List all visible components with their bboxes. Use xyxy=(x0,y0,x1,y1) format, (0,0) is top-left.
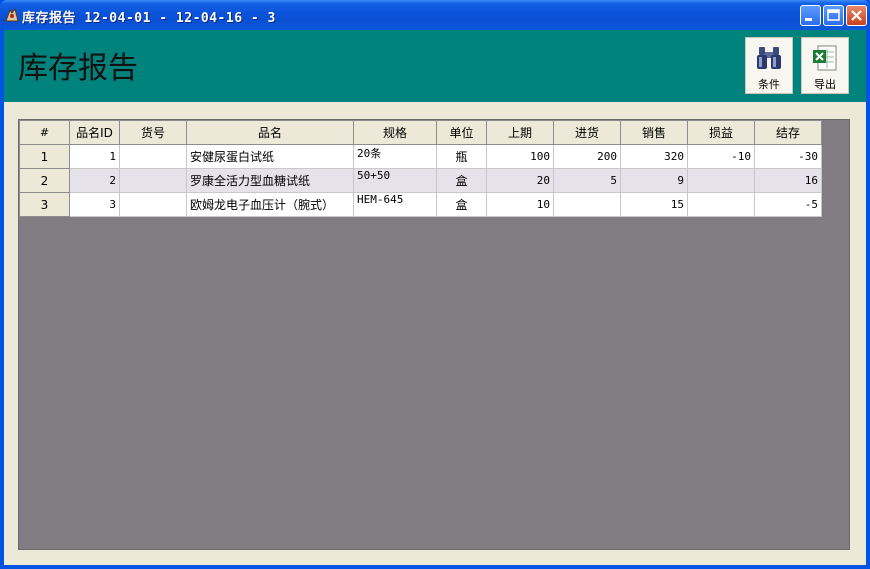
cell-sales[interactable]: 15 xyxy=(620,192,688,217)
cell-previous[interactable]: 20 xyxy=(486,168,554,193)
cell-profit-loss[interactable] xyxy=(687,168,755,193)
table-row[interactable]: 1 1 安健尿蛋白试纸 20条 瓶 100 200 320 -10 -30 xyxy=(19,144,822,169)
column-header-sales[interactable]: 销售 xyxy=(620,120,688,145)
cell-purchase[interactable]: 5 xyxy=(553,168,621,193)
title-bar[interactable]: 库存报告 12-04-01 - 12-04-16 - 3 xyxy=(0,0,870,30)
column-header-unit[interactable]: 单位 xyxy=(436,120,487,145)
cell-purchase[interactable]: 200 xyxy=(553,144,621,169)
header-band: 库存报告 条件 导出 xyxy=(4,30,866,102)
app-window: 库存报告 12-04-01 - 12-04-16 - 3 库存报告 条件 导出 … xyxy=(0,0,870,569)
export-label: 导出 xyxy=(814,78,836,91)
condition-button[interactable]: 条件 xyxy=(745,37,793,94)
page-title: 库存报告 xyxy=(18,51,138,86)
column-header-index[interactable]: # xyxy=(19,120,70,145)
column-header-profit-loss[interactable]: 损益 xyxy=(687,120,755,145)
cell-sales[interactable]: 320 xyxy=(620,144,688,169)
cell-unit[interactable]: 瓶 xyxy=(436,144,487,169)
column-header-product-name[interactable]: 品名 xyxy=(186,120,354,145)
column-header-balance[interactable]: 结存 xyxy=(754,120,822,145)
cell-previous[interactable]: 10 xyxy=(486,192,554,217)
header-row: # 品名ID 货号 品名 规格 单位 上期 进货 销售 损益 结存 xyxy=(19,120,822,145)
cell-product-id[interactable]: 1 xyxy=(69,144,120,169)
cell-sku[interactable] xyxy=(119,168,187,193)
minimize-button[interactable] xyxy=(800,5,821,26)
column-header-purchase[interactable]: 进货 xyxy=(553,120,621,145)
cell-product-name[interactable]: 欧姆龙电子血压计（腕式） xyxy=(186,192,354,217)
column-header-product-id[interactable]: 品名ID xyxy=(69,120,120,145)
data-grid[interactable]: # 品名ID 货号 品名 规格 单位 上期 进货 销售 损益 结存 1 1 安健… xyxy=(18,119,850,550)
cell-sku[interactable] xyxy=(119,192,187,217)
cell-product-name[interactable]: 罗康全活力型血糖试纸 xyxy=(186,168,354,193)
cell-spec[interactable]: 20条 xyxy=(353,144,437,169)
column-header-previous[interactable]: 上期 xyxy=(486,120,554,145)
table-row[interactable]: 3 3 欧姆龙电子血压计（腕式） HEM-645 盒 10 15 -5 xyxy=(19,192,822,217)
column-header-sku[interactable]: 货号 xyxy=(119,120,187,145)
excel-icon xyxy=(813,45,837,71)
row-number: 2 xyxy=(19,168,70,193)
cell-unit[interactable]: 盒 xyxy=(436,168,487,193)
cell-product-name[interactable]: 安健尿蛋白试纸 xyxy=(186,144,354,169)
cell-unit[interactable]: 盒 xyxy=(436,192,487,217)
maximize-button[interactable] xyxy=(823,5,844,26)
inventory-table: # 品名ID 货号 品名 规格 单位 上期 进货 销售 损益 结存 1 1 安健… xyxy=(19,120,822,217)
cell-previous[interactable]: 100 xyxy=(486,144,554,169)
close-icon xyxy=(851,10,862,21)
maximize-icon xyxy=(827,9,840,21)
cell-profit-loss[interactable]: -10 xyxy=(687,144,755,169)
cell-profit-loss[interactable] xyxy=(687,192,755,217)
cell-balance[interactable]: -30 xyxy=(754,144,822,169)
binoculars-icon xyxy=(757,47,781,69)
cell-product-id[interactable]: 3 xyxy=(69,192,120,217)
cell-purchase[interactable] xyxy=(553,192,621,217)
column-header-spec[interactable]: 规格 xyxy=(353,120,437,145)
cell-balance[interactable]: -5 xyxy=(754,192,822,217)
cell-sales[interactable]: 9 xyxy=(620,168,688,193)
window-title: 库存报告 12-04-01 - 12-04-16 - 3 xyxy=(22,11,276,26)
row-number: 1 xyxy=(19,144,70,169)
client-area: 库存报告 条件 导出 # 品名ID 货号 品名 规格 单位 上期 进货 销售 损… xyxy=(4,30,866,565)
condition-label: 条件 xyxy=(758,78,780,91)
close-button[interactable] xyxy=(846,5,867,26)
cell-sku[interactable] xyxy=(119,144,187,169)
table-row[interactable]: 2 2 罗康全活力型血糖试纸 50+50 盒 20 5 9 16 xyxy=(19,168,822,193)
cell-product-id[interactable]: 2 xyxy=(69,168,120,193)
app-icon xyxy=(5,7,19,22)
cell-spec[interactable]: HEM-645 xyxy=(353,192,437,217)
cell-balance[interactable]: 16 xyxy=(754,168,822,193)
minimize-icon xyxy=(805,18,812,21)
export-button[interactable]: 导出 xyxy=(801,37,849,94)
cell-spec[interactable]: 50+50 xyxy=(353,168,437,193)
row-number: 3 xyxy=(19,192,70,217)
